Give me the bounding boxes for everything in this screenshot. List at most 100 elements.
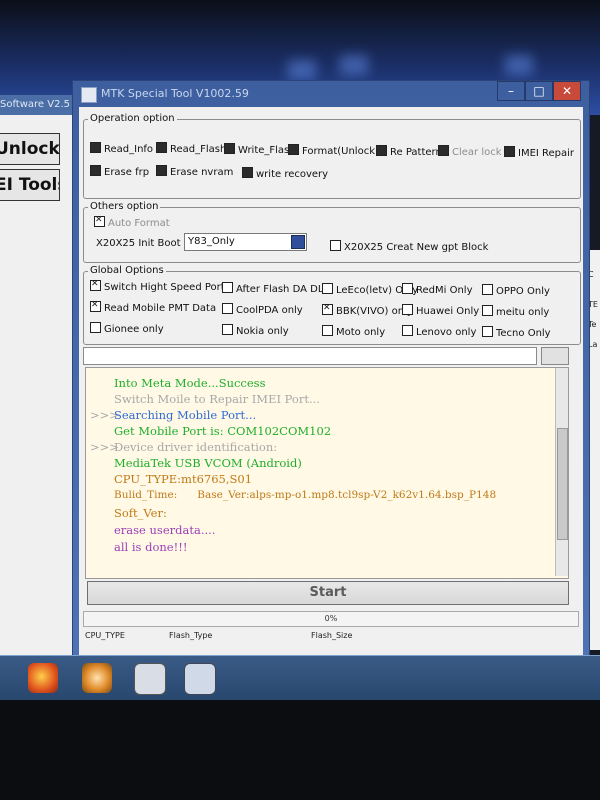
read-mobile-pmt-data-checkbox[interactable]: Read Mobile PMT Data xyxy=(90,299,216,314)
after-flash-da-dl-checkbox[interactable]: After Flash DA DL xyxy=(222,282,323,295)
status-flash-type: Flash_Type xyxy=(169,631,213,640)
checkbox-icon xyxy=(322,283,333,294)
operation-option-title: Operation option xyxy=(88,113,177,124)
switch-high-speed-port-checkbox[interactable]: Switch Hight Speed Port xyxy=(90,278,225,293)
unlock-button[interactable]: Unlock xyxy=(0,133,60,165)
log-line: erase userdata.... xyxy=(114,523,216,537)
window-app-icon[interactable] xyxy=(134,663,166,695)
browse-button[interactable] xyxy=(541,347,569,365)
checkbox-icon xyxy=(224,143,235,154)
checkbox-icon xyxy=(222,303,233,314)
app-icon xyxy=(81,87,97,103)
checkbox-icon xyxy=(504,146,515,157)
checkbox-icon xyxy=(90,142,101,153)
checkbox-icon xyxy=(222,282,233,293)
re-pattern-checkbox[interactable]: Re Pattern xyxy=(376,145,442,158)
firefox-icon[interactable] xyxy=(28,663,58,693)
init-boot-label: X20X25 Init Boot xyxy=(96,238,181,249)
scrollbar-thumb[interactable] xyxy=(557,428,568,540)
checkbox-icon xyxy=(90,299,101,312)
coolpda-only-checkbox[interactable]: CoolPDA only xyxy=(222,303,303,316)
monitor-bottom-bezel xyxy=(0,700,600,800)
init-boot-select[interactable]: Y83_Only xyxy=(184,233,307,251)
log-line: MediaTek USB VCOM (Android) xyxy=(114,456,302,470)
desktop-glow xyxy=(288,60,316,80)
gpt-block-checkbox[interactable]: X20X25 Creat New gpt Block xyxy=(330,240,488,253)
checkbox-icon xyxy=(376,145,387,156)
progress-bar: 0% xyxy=(83,611,579,627)
tools-button[interactable]: EI Tools xyxy=(0,169,60,201)
log-line: Bulid_Time: Base_Ver:alps-mp-o1.mp8.tcl9… xyxy=(114,489,497,501)
log-output: Into Meta Mode...Success Switch Moile to… xyxy=(85,367,569,579)
main-window: MTK Special Tool V1002.59 – □ ✕ Operatio… xyxy=(72,80,590,660)
checkbox-icon xyxy=(156,142,167,153)
lenovo-only-checkbox[interactable]: Lenovo only xyxy=(402,325,476,338)
moto-only-checkbox[interactable]: Moto only xyxy=(322,325,385,338)
main-window-client: Operation option Read_Info Read_Flash Wr… xyxy=(79,107,583,655)
start-button[interactable]: Start xyxy=(87,581,569,605)
checkbox-icon xyxy=(482,326,493,337)
close-button[interactable]: ✕ xyxy=(553,81,581,101)
log-line: Get Mobile Port is: COM102COM102 xyxy=(114,424,332,438)
file-path-input[interactable] xyxy=(83,347,537,365)
window-title: MTK Special Tool V1002.59 xyxy=(101,87,249,100)
desktop-glow xyxy=(505,55,533,75)
read-flash-checkbox[interactable]: Read_Flash xyxy=(156,142,226,155)
log-scrollbar[interactable] xyxy=(555,368,568,576)
checkbox-icon xyxy=(90,278,101,291)
tool-app-icon[interactable] xyxy=(184,663,216,695)
operation-option-group: Operation option Read_Info Read_Flash Wr… xyxy=(83,113,581,199)
others-option-group: Others option Auto Format X20X25 Init Bo… xyxy=(83,201,581,263)
meitu-only-checkbox[interactable]: meitu only xyxy=(482,305,549,318)
read-info-checkbox[interactable]: Read_Info xyxy=(90,142,153,155)
log-line: Soft_Ver: xyxy=(114,506,167,520)
bbk-vivo-only-checkbox[interactable]: BBK(VIVO) only xyxy=(322,302,413,317)
checkbox-icon xyxy=(288,144,299,155)
checkbox-icon xyxy=(330,240,341,251)
global-options-group: Global Options Switch Hight Speed Port A… xyxy=(83,265,581,345)
checkbox-icon xyxy=(156,165,167,176)
background-window-title: Software V2.5 xyxy=(0,95,72,115)
maximize-button[interactable]: □ xyxy=(525,81,553,101)
oppo-only-checkbox[interactable]: OPPO Only xyxy=(482,284,550,297)
checkbox-icon xyxy=(402,283,413,294)
erase-frp-checkbox[interactable]: Erase frp xyxy=(90,165,149,178)
log-line: >>>Searching Mobile Port... xyxy=(90,408,257,422)
minimize-button[interactable]: – xyxy=(497,81,525,101)
log-line: >>>Device driver identification: xyxy=(90,440,278,454)
others-option-title: Others option xyxy=(88,201,161,212)
imei-repair-checkbox[interactable]: IMEI Repair xyxy=(504,146,574,159)
write-flash-checkbox[interactable]: Write_Flash xyxy=(224,143,296,156)
background-window: Software V2.5 Unlock EI Tools xyxy=(0,95,73,655)
redmi-only-checkbox[interactable]: RedMi Only xyxy=(402,283,473,296)
checkbox-icon xyxy=(242,167,253,178)
checkbox-icon xyxy=(90,322,101,333)
gionee-only-checkbox[interactable]: Gionee only xyxy=(90,322,164,335)
checkbox-icon xyxy=(222,324,233,335)
format-unlock-checkbox[interactable]: Format(Unlock) xyxy=(288,144,379,157)
chevron-down-icon xyxy=(291,235,305,249)
tecno-only-checkbox[interactable]: Tecno Only xyxy=(482,326,551,339)
checkbox-icon xyxy=(94,214,105,227)
log-line: Into Meta Mode...Success xyxy=(114,376,266,390)
checkbox-icon xyxy=(322,325,333,336)
write-recovery-checkbox[interactable]: write recovery xyxy=(242,167,328,180)
checkbox-icon xyxy=(402,304,413,315)
checkbox-icon xyxy=(482,284,493,295)
browser-icon[interactable] xyxy=(82,663,112,693)
checkbox-icon xyxy=(90,165,101,176)
auto-format-checkbox[interactable]: Auto Format xyxy=(94,214,170,229)
desktop-glow xyxy=(340,55,368,75)
log-line: CPU_TYPE:mt6765,S01 xyxy=(114,472,253,486)
global-options-title: Global Options xyxy=(88,265,166,276)
nokia-only-checkbox[interactable]: Nokia only xyxy=(222,324,289,337)
huawei-only-checkbox[interactable]: Huawei Only xyxy=(402,304,479,317)
log-line: Switch Moile to Repair IMEI Port... xyxy=(114,392,320,406)
checkbox-icon xyxy=(438,145,449,156)
log-line: all is done!!! xyxy=(114,540,188,554)
checkbox-icon xyxy=(482,305,493,316)
clear-lock-checkbox[interactable]: Clear lock xyxy=(438,145,502,158)
erase-nvram-checkbox[interactable]: Erase nvram xyxy=(156,165,233,178)
checkbox-icon xyxy=(322,302,333,315)
status-flash-size: Flash_Size xyxy=(311,631,353,640)
